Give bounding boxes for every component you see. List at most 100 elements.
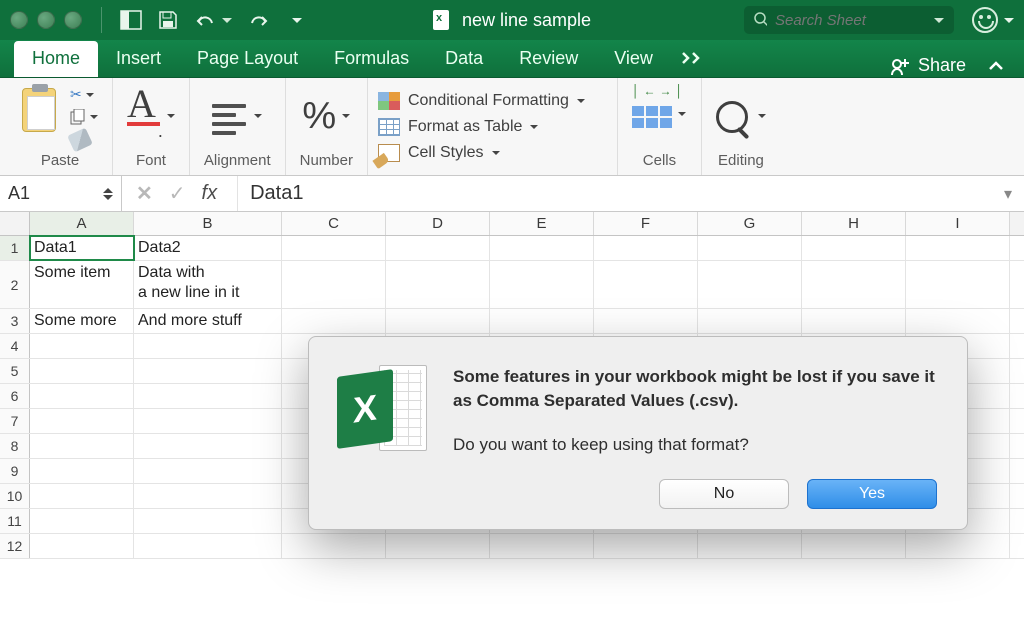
name-box[interactable]: A1 — [0, 176, 122, 212]
dialog-no-button[interactable]: No — [659, 479, 789, 509]
cell-I12[interactable] — [906, 534, 1010, 558]
cell-C3[interactable] — [282, 309, 386, 333]
cell-A7[interactable] — [30, 409, 134, 433]
col-header-G[interactable]: G — [698, 212, 802, 235]
cell-F2[interactable] — [594, 261, 698, 308]
cell-B1[interactable]: Data2 — [134, 236, 282, 260]
redo-icon[interactable] — [248, 11, 270, 29]
feedback-icon[interactable] — [972, 7, 998, 33]
cell-G12[interactable] — [698, 534, 802, 558]
cell-H1[interactable] — [802, 236, 906, 260]
col-header-A[interactable]: A — [30, 212, 134, 235]
cell-I1[interactable] — [906, 236, 1010, 260]
row-header-7[interactable]: 7 — [0, 409, 30, 433]
group-number[interactable]: % Number — [286, 78, 368, 175]
cell-B8[interactable] — [134, 434, 282, 458]
cell-I3[interactable] — [906, 309, 1010, 333]
tab-data[interactable]: Data — [427, 41, 501, 77]
cell-B10[interactable] — [134, 484, 282, 508]
row-header-9[interactable]: 9 — [0, 459, 30, 483]
cell-B9[interactable] — [134, 459, 282, 483]
enter-edit-icon[interactable]: ✓ — [169, 181, 186, 206]
cell-G3[interactable] — [698, 309, 802, 333]
tab-review[interactable]: Review — [501, 41, 596, 77]
cell-B7[interactable] — [134, 409, 282, 433]
copy-button[interactable] — [70, 109, 98, 125]
cell-B6[interactable] — [134, 384, 282, 408]
cell-E1[interactable] — [490, 236, 594, 260]
cell-A1[interactable]: Data1 — [30, 236, 134, 260]
fx-label[interactable]: fx — [202, 182, 218, 205]
collapse-ribbon-button[interactable] — [978, 54, 1014, 77]
save-icon[interactable] — [158, 10, 178, 30]
row-header-5[interactable]: 5 — [0, 359, 30, 383]
cell-A6[interactable] — [30, 384, 134, 408]
cell-C1[interactable] — [282, 236, 386, 260]
row-header-2[interactable]: 2 — [0, 261, 30, 308]
format-as-table-button[interactable]: Format as Table — [378, 118, 607, 136]
dialog-yes-button[interactable]: Yes — [807, 479, 937, 509]
cell-D1[interactable] — [386, 236, 490, 260]
tabs-overflow[interactable] — [671, 42, 717, 77]
row-header-6[interactable]: 6 — [0, 384, 30, 408]
toggle-panels-icon[interactable] — [120, 10, 142, 30]
cell-styles-button[interactable]: Cell Styles — [378, 144, 607, 162]
cell-G1[interactable] — [698, 236, 802, 260]
cell-A11[interactable] — [30, 509, 134, 533]
tab-view[interactable]: View — [596, 41, 671, 77]
cell-I2[interactable] — [906, 261, 1010, 308]
col-header-C[interactable]: C — [282, 212, 386, 235]
cell-A8[interactable] — [30, 434, 134, 458]
cell-G2[interactable] — [698, 261, 802, 308]
search-input[interactable] — [773, 11, 928, 30]
cell-C2[interactable] — [282, 261, 386, 308]
cell-D3[interactable] — [386, 309, 490, 333]
window-close-button[interactable] — [10, 11, 28, 29]
row-header-11[interactable]: 11 — [0, 509, 30, 533]
undo-icon[interactable] — [194, 11, 232, 29]
col-header-I[interactable]: I — [906, 212, 1010, 235]
cell-E12[interactable] — [490, 534, 594, 558]
row-header-10[interactable]: 10 — [0, 484, 30, 508]
cell-B12[interactable] — [134, 534, 282, 558]
row-header-8[interactable]: 8 — [0, 434, 30, 458]
group-cells[interactable]: │←→│ Cells — [618, 78, 702, 175]
group-font[interactable]: A. Font — [113, 78, 190, 175]
tab-page-layout[interactable]: Page Layout — [179, 41, 316, 77]
cut-button[interactable]: ✂ — [70, 86, 98, 103]
undo-menu-caret[interactable] — [222, 18, 232, 28]
namebox-step-down[interactable] — [103, 195, 113, 205]
formula-input[interactable]: Data1 — [237, 176, 315, 211]
cell-H12[interactable] — [802, 534, 906, 558]
customize-qat-icon[interactable] — [286, 15, 302, 25]
row-header-1[interactable]: 1 — [0, 236, 30, 260]
ribbon-options-caret[interactable] — [1004, 18, 1014, 28]
cell-B2[interactable]: Data with a new line in it — [134, 261, 282, 308]
tab-formulas[interactable]: Formulas — [316, 41, 427, 77]
cell-E2[interactable] — [490, 261, 594, 308]
row-header-4[interactable]: 4 — [0, 334, 30, 358]
cell-F12[interactable] — [594, 534, 698, 558]
format-painter-button[interactable] — [70, 131, 98, 149]
tab-home[interactable]: Home — [14, 41, 98, 77]
search-sheet[interactable] — [744, 6, 954, 34]
cell-B4[interactable] — [134, 334, 282, 358]
search-menu-caret[interactable] — [934, 18, 944, 28]
conditional-formatting-button[interactable]: Conditional Formatting — [378, 92, 607, 110]
cell-B11[interactable] — [134, 509, 282, 533]
cell-A4[interactable] — [30, 334, 134, 358]
col-header-F[interactable]: F — [594, 212, 698, 235]
cell-A9[interactable] — [30, 459, 134, 483]
col-header-E[interactable]: E — [490, 212, 594, 235]
col-header-H[interactable]: H — [802, 212, 906, 235]
group-editing[interactable]: Editing — [702, 78, 780, 175]
cell-C12[interactable] — [282, 534, 386, 558]
col-header-D[interactable]: D — [386, 212, 490, 235]
cell-D12[interactable] — [386, 534, 490, 558]
cell-A10[interactable] — [30, 484, 134, 508]
cell-A12[interactable] — [30, 534, 134, 558]
cell-B3[interactable]: And more stuff — [134, 309, 282, 333]
cell-E3[interactable] — [490, 309, 594, 333]
window-zoom-button[interactable] — [64, 11, 82, 29]
paste-icon[interactable] — [22, 88, 56, 132]
